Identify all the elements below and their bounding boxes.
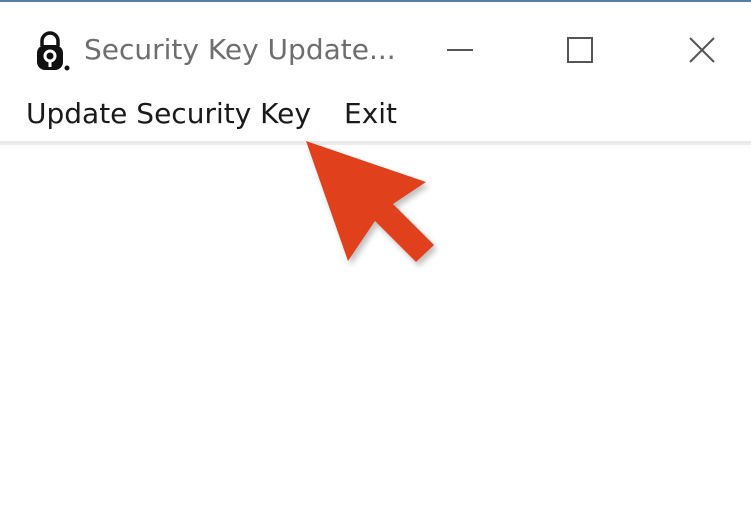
window-title: Security Key Update...: [84, 33, 396, 66]
menu-exit[interactable]: Exit: [340, 94, 401, 134]
maximize-icon: [567, 37, 593, 63]
maximize-button[interactable]: [550, 26, 610, 74]
close-icon: [689, 37, 715, 63]
close-button[interactable]: [672, 26, 732, 74]
minimize-icon: [447, 49, 473, 51]
padlock-app-icon: [37, 31, 70, 71]
menu-update-security-key[interactable]: Update Security Key: [22, 94, 315, 134]
application-window: Security Key Update... Update Security K…: [0, 0, 751, 518]
minimize-button[interactable]: [430, 26, 490, 74]
title-bar[interactable]: Security Key Update...: [0, 2, 751, 86]
menu-bar: Update Security Key Exit: [0, 90, 751, 140]
client-area: [0, 145, 751, 518]
